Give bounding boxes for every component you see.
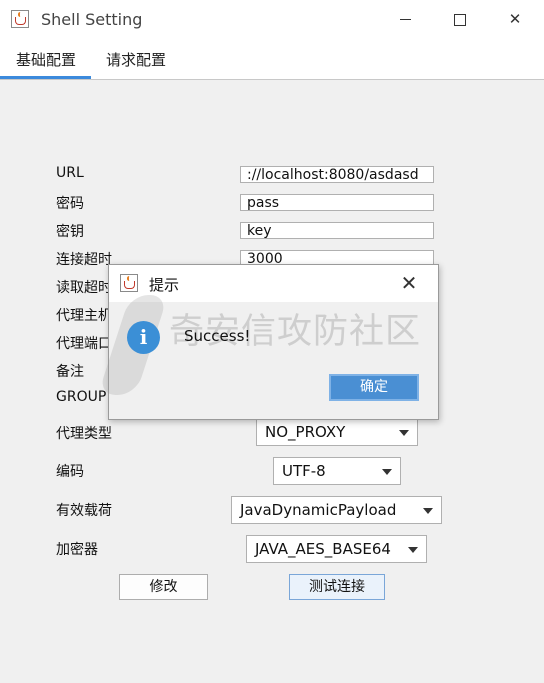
- message-dialog: 提示 ✕ 奇安信攻防社区 i Success! 确定: [97, 264, 439, 420]
- dialog-message: Success!: [184, 327, 251, 345]
- chevron-down-icon: [382, 469, 392, 475]
- test-connection-button[interactable]: 测试连接: [289, 574, 385, 600]
- dialog-close-button[interactable]: ✕: [394, 269, 424, 297]
- proxy-type-label: 代理类型: [56, 426, 112, 442]
- read-timeout-label: 读取超时: [56, 280, 112, 296]
- payload-value: JavaDynamicPayload: [240, 501, 397, 519]
- proxy-port-label: 代理端口: [56, 336, 112, 352]
- modify-button[interactable]: 修改: [119, 574, 208, 600]
- cryption-label: 加密器: [56, 542, 98, 558]
- window-titlebar: Shell Setting ✕: [0, 0, 544, 39]
- payload-label: 有效载荷: [56, 503, 112, 519]
- ok-button[interactable]: 确定: [329, 374, 419, 401]
- proxy-host-label: 代理主机: [56, 308, 112, 324]
- minimize-icon: [399, 19, 411, 20]
- tab-basic-config[interactable]: 基础配置: [16, 49, 76, 70]
- maximize-button[interactable]: [440, 4, 480, 34]
- close-icon: ✕: [508, 10, 522, 28]
- tab-request-config[interactable]: 请求配置: [106, 49, 166, 70]
- chevron-down-icon: [408, 547, 418, 553]
- key-label: 密钥: [56, 224, 84, 240]
- cryption-value: JAVA_AES_BASE64: [255, 540, 391, 558]
- window-title: Shell Setting: [41, 10, 143, 29]
- payload-select[interactable]: JavaDynamicPayload: [231, 496, 442, 524]
- note-label: 备注: [56, 364, 84, 380]
- connect-timeout-label: 连接超时: [56, 252, 112, 268]
- tab-bar: 基础配置 请求配置: [0, 39, 544, 80]
- url-label: URL: [56, 165, 84, 181]
- java-app-icon: [11, 10, 29, 28]
- java-app-icon: [120, 274, 138, 292]
- password-label: 密码: [56, 196, 84, 212]
- key-field[interactable]: key: [240, 222, 434, 239]
- maximize-icon: [454, 13, 466, 26]
- active-tab-indicator: [0, 76, 91, 79]
- chevron-down-icon: [423, 508, 433, 514]
- minimize-button[interactable]: [385, 4, 425, 34]
- info-icon: i: [127, 321, 160, 354]
- encoding-value: UTF-8: [282, 462, 326, 480]
- password-field[interactable]: pass: [240, 194, 434, 211]
- encoding-label: 编码: [56, 464, 84, 480]
- proxy-type-value: NO_PROXY: [265, 423, 346, 441]
- encoding-select[interactable]: UTF-8: [273, 457, 401, 485]
- url-field[interactable]: ://localhost:8080/asdasd: [240, 166, 434, 183]
- proxy-type-select[interactable]: NO_PROXY: [256, 418, 418, 446]
- close-icon: ✕: [400, 271, 418, 295]
- dialog-title: 提示: [149, 276, 180, 294]
- close-button[interactable]: ✕: [495, 4, 535, 34]
- cryption-select[interactable]: JAVA_AES_BASE64: [246, 535, 427, 563]
- group-label: GROUP: [56, 389, 107, 405]
- chevron-down-icon: [399, 430, 409, 436]
